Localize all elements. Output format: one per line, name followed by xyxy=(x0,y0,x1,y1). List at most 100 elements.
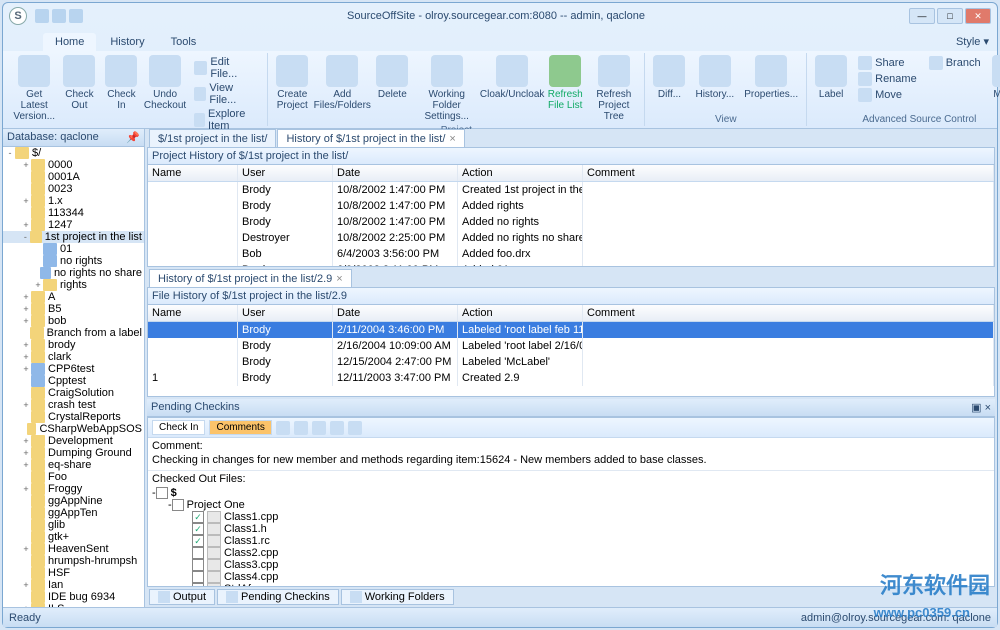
checkbox[interactable] xyxy=(192,571,204,583)
view-file-button[interactable]: View File... xyxy=(191,81,262,107)
style-dropdown[interactable]: Style ▾ xyxy=(948,32,997,51)
tree-item[interactable]: +1247 xyxy=(3,219,144,231)
branch-button[interactable]: Branch xyxy=(926,55,984,71)
tree-item[interactable]: no rights no share xyxy=(3,267,144,279)
file-tree-file[interactable]: StdAfx.cpp xyxy=(152,583,990,586)
project-tree[interactable]: -$/+00000001A0023+1.x113344+1247-1st pro… xyxy=(3,147,144,607)
maximize-button[interactable]: □ xyxy=(937,8,963,24)
get-latest-button[interactable]: Get Latest Version... xyxy=(11,53,57,124)
add-files-button[interactable]: Add Files/Folders xyxy=(314,53,370,113)
col-date[interactable]: Date xyxy=(333,305,458,321)
checkbox[interactable] xyxy=(192,535,204,547)
tree-item[interactable]: +Development xyxy=(3,435,144,447)
table-row[interactable]: Brody12/15/2004 2:47:00 PMLabeled 'McLab… xyxy=(148,354,994,370)
tree-item[interactable]: ggAppNine xyxy=(3,495,144,507)
tree-item[interactable]: +HeavenSent xyxy=(3,543,144,555)
doc-tab[interactable]: History of $/1st project in the list/× xyxy=(277,129,464,147)
label-button[interactable]: Label xyxy=(811,53,851,102)
tree-item[interactable]: +1.x xyxy=(3,195,144,207)
tree-item[interactable]: CSharpWebAppSOS xyxy=(3,423,144,435)
qat-button[interactable] xyxy=(69,9,83,23)
file-tree-project[interactable]: -Project One xyxy=(152,499,990,511)
tree-item[interactable]: +Dumping Ground xyxy=(3,447,144,459)
tree-item[interactable]: HSF xyxy=(3,567,144,579)
checkbox[interactable] xyxy=(192,559,204,571)
checkbox[interactable] xyxy=(192,583,204,586)
close-tab-icon[interactable]: × xyxy=(336,273,342,285)
tree-item[interactable]: Foo xyxy=(3,471,144,483)
doc-tab[interactable]: $/1st project in the list/ xyxy=(149,129,276,147)
tree-item[interactable]: +brody xyxy=(3,339,144,351)
tree-item[interactable]: +bob xyxy=(3,315,144,327)
col-date[interactable]: Date xyxy=(333,165,458,181)
edit-file-button[interactable]: Edit File... xyxy=(191,55,262,81)
table-row[interactable]: Brody6/9/2003 2:11:00 PMAdded 01 xyxy=(148,262,994,266)
table-row[interactable]: Brody10/8/2002 1:47:00 PMAdded no rights xyxy=(148,214,994,230)
create-project-button[interactable]: Create Project xyxy=(272,53,312,113)
tab-home[interactable]: Home xyxy=(43,33,96,51)
toolbar-icon[interactable] xyxy=(312,421,326,435)
toolbar-icon[interactable] xyxy=(330,421,344,435)
tree-item[interactable]: +rights xyxy=(3,279,144,291)
tree-item[interactable]: IDE bug 6934 xyxy=(3,591,144,603)
col-user[interactable]: User xyxy=(238,305,333,321)
check-out-button[interactable]: Check Out xyxy=(59,53,99,113)
history-button[interactable]: History... xyxy=(691,53,738,102)
move-button[interactable]: Move xyxy=(855,87,920,103)
col-action[interactable]: Action xyxy=(458,165,583,181)
col-name[interactable]: Name xyxy=(148,165,238,181)
tree-item[interactable]: Branch from a label xyxy=(3,327,144,339)
file-tree-file[interactable]: Class1.cpp xyxy=(152,511,990,523)
table-row[interactable]: Destroyer10/8/2002 2:25:00 PMAdded no ri… xyxy=(148,230,994,246)
properties-button[interactable]: Properties... xyxy=(740,53,802,102)
file-tree-file[interactable]: Class1.h xyxy=(152,523,990,535)
tree-item[interactable]: +Ian xyxy=(3,579,144,591)
tab-tools[interactable]: Tools xyxy=(159,33,209,51)
table-row[interactable]: 1Brody12/11/2003 3:47:00 PMCreated 2.9 xyxy=(148,370,994,386)
table-row[interactable]: Bob6/4/2003 3:56:00 PMAdded foo.drx xyxy=(148,246,994,262)
file-tree-root[interactable]: -$ xyxy=(152,487,990,499)
delete-button[interactable]: Delete xyxy=(372,53,412,102)
checkin-tab-button[interactable]: Check In xyxy=(152,420,205,435)
tree-item[interactable]: 01 xyxy=(3,243,144,255)
table-row[interactable]: Brody2/16/2004 10:09:00 AMLabeled 'root … xyxy=(148,338,994,354)
tree-item[interactable]: +A xyxy=(3,291,144,303)
pin-icon[interactable]: 📌 xyxy=(126,131,140,144)
tree-item[interactable]: CrystalReports xyxy=(3,411,144,423)
checkbox[interactable] xyxy=(192,523,204,535)
tree-root[interactable]: -$/ xyxy=(3,147,144,159)
col-action[interactable]: Action xyxy=(458,305,583,321)
refresh-tree-button[interactable]: Refresh Project Tree xyxy=(587,53,640,124)
col-comment[interactable]: Comment xyxy=(583,305,994,321)
undo-checkout-button[interactable]: Undo Checkout xyxy=(143,53,186,113)
tree-item[interactable]: 0023 xyxy=(3,183,144,195)
project-history-grid[interactable]: Brody10/8/2002 1:47:00 PMCreated 1st pro… xyxy=(148,182,994,266)
tree-item[interactable]: +Froggy xyxy=(3,483,144,495)
tree-item[interactable]: +clark xyxy=(3,351,144,363)
cloak-button[interactable]: Cloak/Uncloak xyxy=(481,53,543,102)
col-user[interactable]: User xyxy=(238,165,333,181)
output-tab[interactable]: Output xyxy=(149,589,215,605)
qat-button[interactable] xyxy=(35,9,49,23)
close-button[interactable]: ✕ xyxy=(965,8,991,24)
tree-item[interactable]: no rights xyxy=(3,255,144,267)
checked-out-files-tree[interactable]: -$-Project OneClass1.cppClass1.hClass1.r… xyxy=(148,487,994,586)
table-row[interactable]: Brody10/8/2002 1:47:00 PMAdded rights xyxy=(148,198,994,214)
check-in-button[interactable]: Check In xyxy=(101,53,141,113)
refresh-file-list-button[interactable]: Refresh File List xyxy=(545,53,585,113)
comment-text[interactable]: Checking in changes for new member and m… xyxy=(152,452,990,468)
comments-tab-button[interactable]: Comments xyxy=(209,420,271,435)
close-tab-icon[interactable]: × xyxy=(449,133,455,145)
qat-button[interactable] xyxy=(52,9,66,23)
working-folder-button[interactable]: Working Folder Settings... xyxy=(414,53,479,124)
tree-item[interactable]: Cpptest xyxy=(3,375,144,387)
tree-item[interactable]: -1st project in the list xyxy=(3,231,144,243)
pending-tab[interactable]: Pending Checkins xyxy=(217,589,339,605)
minimize-button[interactable]: — xyxy=(909,8,935,24)
tab-history[interactable]: History xyxy=(98,33,156,51)
rename-button[interactable]: Rename xyxy=(855,71,920,87)
col-comment[interactable]: Comment xyxy=(583,165,994,181)
table-row[interactable]: Brody10/8/2002 1:47:00 PMCreated 1st pro… xyxy=(148,182,994,198)
tree-item[interactable]: gtk+ xyxy=(3,531,144,543)
checkbox[interactable] xyxy=(192,511,204,523)
